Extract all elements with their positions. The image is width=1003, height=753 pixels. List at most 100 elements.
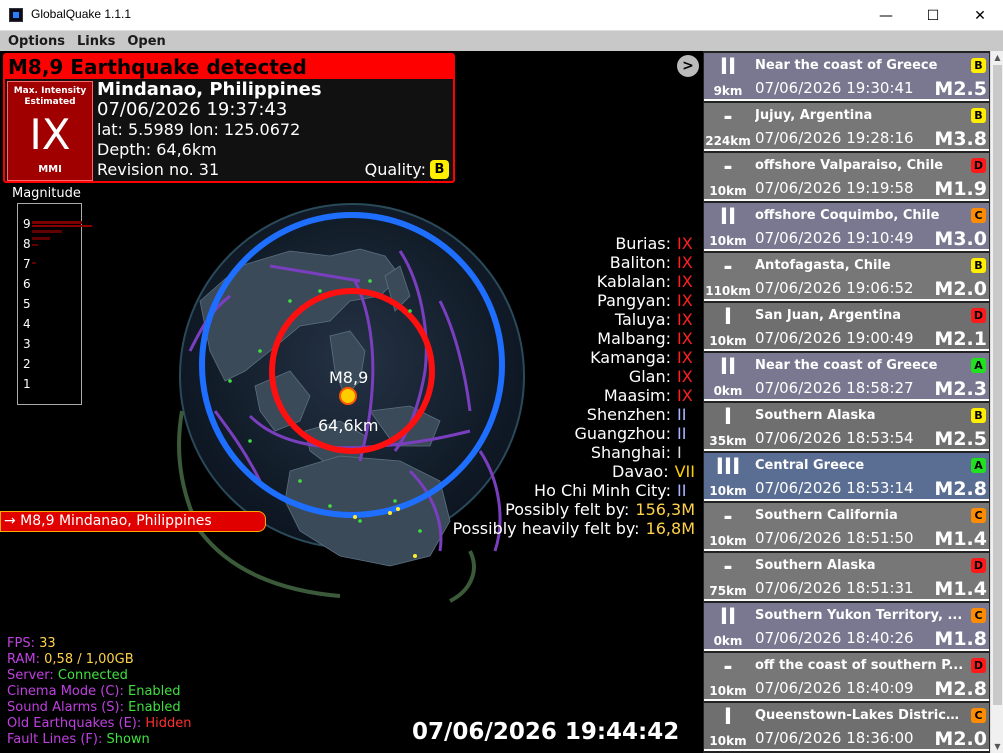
earthquake-list-item[interactable]: II 0km Southern Yukon Territory, ... 07/06/… [704,603,989,651]
status-label: Old Earthquakes (E): [7,716,146,731]
quake-time: 07/06/2026 18:53:54 [755,429,914,447]
earthquake-list[interactable]: II 9km Near the coast of Greece 07/06/2026 … [703,51,990,753]
quake-magnitude: M2.0 [934,728,987,750]
next-arrow-button[interactable]: > [677,55,699,77]
histogram-bar [32,225,92,227]
city-intensity-row: Baliton: IX [375,253,695,272]
current-time-clock: 07/06/2026 19:44:42 [412,719,680,745]
felt-value: 156,3M [635,500,695,519]
quake-magnitude: M2.8 [934,478,987,500]
scroll-down-arrow-icon[interactable]: ▼ [991,742,1003,751]
earthquake-alert-panel[interactable]: M8,9 Earthquake detected Max. Intensity … [3,53,455,183]
quake-intensity: - 75km [704,553,752,601]
city-intensity-row: Taluya: IX [375,310,695,329]
quake-intensity-value: III [715,455,741,480]
quake-quality-badge: A [971,358,986,373]
city-intensity-row: Guangzhou: II [375,424,695,443]
quake-intensity-value: - [723,655,733,680]
menu-open[interactable]: Open [127,34,165,49]
quake-magnitude: M1.4 [934,578,987,600]
quake-intensity-value: - [723,155,733,180]
quake-intensity: I 10km [704,703,752,751]
city-intensity-value: II [677,424,687,443]
city-name: Burias: [615,234,671,253]
quake-quality-badge: C [971,608,986,623]
quake-depth: 9km [713,84,743,98]
earthquake-list-item[interactable]: I 35km Southern Alaska 07/06/2026 18:53:54 M… [704,403,989,451]
maximize-button[interactable]: ☐ [910,0,956,31]
menu-links[interactable]: Links [77,34,115,49]
earthquake-list-item[interactable]: II 9km Near the coast of Greece 07/06/2026 … [704,53,989,101]
quake-intensity: I 35km [704,403,752,451]
quake-depth: 75km [709,584,747,598]
felt-population-row: Possibly felt by: 156,3M [375,500,695,519]
earthquake-list-item[interactable]: I 10km Queenstown-Lakes District... 07/06/2… [704,703,989,751]
alert-header: M8,9 Earthquake detected [5,55,453,79]
quake-magnitude: M2.3 [934,378,987,400]
quake-intensity: - 10km [704,503,752,551]
status-line: Server: Connected [7,668,192,684]
quake-intensity: II 0km [704,603,752,651]
quake-intensity: - 10km [704,153,752,201]
city-name: Glan: [628,367,671,386]
earthquake-list-item[interactable]: II 10km offshore Coquimbo, Chile 07/06/2026… [704,203,989,251]
city-name: Baliton: [609,253,671,272]
status-label: Cinema Mode (C): [7,684,128,699]
quake-depth: 10km [709,734,747,748]
histogram-bar [32,221,82,224]
menu-options[interactable]: Options [8,34,65,49]
status-value: Shown [106,732,150,747]
mag-tick: 4 [23,317,31,331]
quake-depth: 0km [713,634,743,648]
quake-time: 07/06/2026 18:36:00 [755,729,914,747]
quake-depth: 10km [709,484,747,498]
histogram-bar [32,262,36,264]
earthquake-list-item[interactable]: - 10km Southern California 07/06/2026 18:51… [704,503,989,551]
status-line: Sound Alarms (S): Enabled [7,700,192,716]
map-view[interactable]: > M8,9 64,6km M8,9 Earthquake detected M… [0,51,703,753]
earthquake-list-item[interactable]: - 75km Southern Alaska 07/06/2026 18:51:31 M… [704,553,989,601]
status-label: Fault Lines (F): [7,732,107,747]
quake-magnitude: M1.4 [934,528,987,550]
earthquake-list-item[interactable]: - 110km Antofagasta, Chile 07/06/2026 19:06… [704,253,989,301]
histogram-bar [32,230,62,233]
quake-magnitude: M1.8 [934,628,987,650]
current-quake-tag[interactable]: → M8,9 Mindanao, Philippines [0,511,266,532]
quake-intensity-value: - [723,105,733,130]
quake-depth: 35km [709,434,747,448]
earthquake-list-item[interactable]: - 10km off the coast of southern P... 07/06… [704,653,989,701]
quake-region: offshore Valparaiso, Chile [755,158,944,173]
quality-label: Quality: [364,160,426,179]
quake-quality-badge: B [971,258,986,273]
scroll-up-arrow-icon[interactable]: ▲ [991,53,1003,62]
city-intensity-value: IX [677,234,693,253]
list-scrollbar[interactable]: ▲ ▼ [990,51,1003,753]
epicenter-marker [339,387,357,405]
mag-tick: 5 [23,297,31,311]
city-name: Ho Chi Minh City: [534,481,671,500]
quake-region: Southern Alaska [755,558,876,573]
city-intensity-value: IX [677,367,693,386]
alert-revision: Revision no. 31 [97,160,220,179]
status-value: 33 [39,636,56,651]
quake-quality-badge: D [971,558,986,573]
window-title: GlobalQuake 1.1.1 [31,7,132,21]
earthquake-list-item[interactable]: - 224km Jujuy, Argentina 07/06/2026 19:28:1… [704,103,989,151]
close-button[interactable]: ✕ [957,0,1003,31]
city-intensity-list: Burias: IX Baliton: IX Kablalan: IX Pangyan: IX… [375,234,695,538]
status-value: Enabled [128,700,181,715]
earthquake-list-item[interactable]: I 10km San Juan, Argentina 07/06/2026 19:00… [704,303,989,351]
earthquake-list-item[interactable]: II 0km Near the coast of Greece 07/06/2026 … [704,353,989,401]
quake-magnitude: M3.8 [934,128,987,150]
quake-time: 07/06/2026 19:00:49 [755,329,914,347]
scroll-thumb[interactable] [993,65,1002,705]
minimize-button[interactable]: — [863,0,909,31]
status-value: Enabled [127,684,181,699]
earthquake-list-item[interactable]: - 10km offshore Valparaiso, Chile 07/06/202… [704,153,989,201]
map-depth-label: 64,6km [318,416,379,435]
city-name: Davao: [612,462,669,481]
status-value: Hidden [145,716,192,731]
status-line: Fault Lines (F): Shown [7,732,192,748]
earthquake-list-item[interactable]: III 10km Central Greece 07/06/2026 18:53:14… [704,453,989,501]
mag-tick: 1 [23,377,31,391]
